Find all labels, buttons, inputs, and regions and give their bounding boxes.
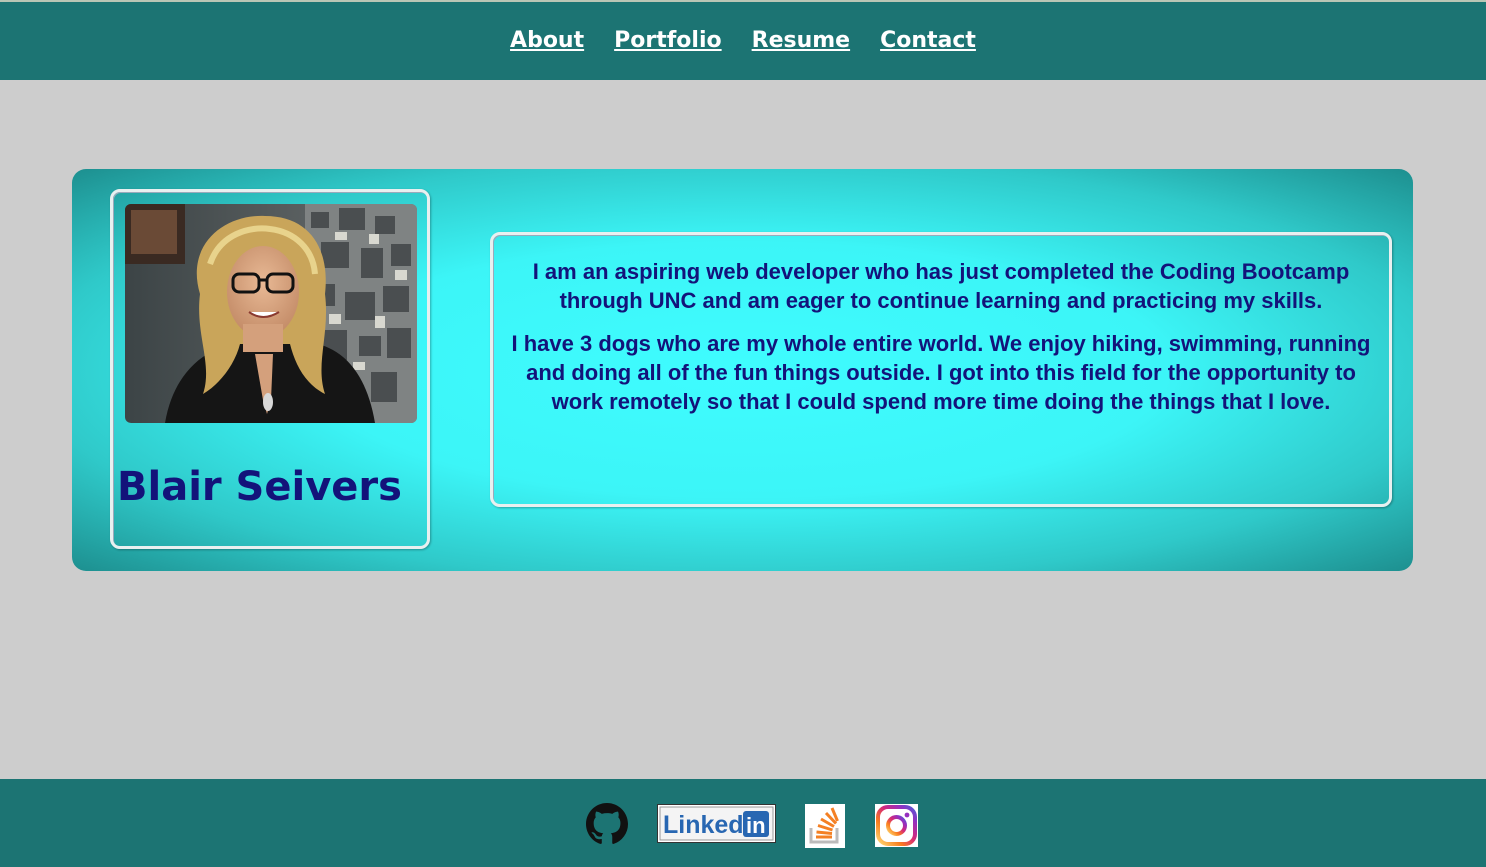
- bio-card: I am an aspiring web developer who has j…: [490, 232, 1392, 507]
- bio-paragraph: I have 3 dogs who are my whole entire wo…: [511, 331, 1371, 414]
- nav-about-link[interactable]: About: [510, 28, 584, 53]
- nav-contact-link[interactable]: Contact: [880, 28, 976, 53]
- footer: Linked in: [0, 779, 1486, 867]
- svg-text:Linked: Linked: [663, 811, 744, 839]
- profile-card: Blair Seivers: [110, 189, 430, 549]
- github-icon[interactable]: [586, 803, 628, 849]
- profile-name: Blair Seivers: [117, 464, 402, 510]
- nav-portfolio-link[interactable]: Portfolio: [614, 28, 722, 53]
- about-hero: Blair Seivers I am an aspiring web devel…: [72, 169, 1413, 571]
- bio-paragraph: I am an aspiring web developer who has j…: [532, 259, 1350, 313]
- profile-photo: [125, 204, 417, 423]
- stackoverflow-icon[interactable]: [805, 804, 845, 852]
- nav-resume-link[interactable]: Resume: [752, 28, 850, 53]
- instagram-icon[interactable]: [875, 804, 918, 851]
- top-nav: About Portfolio Resume Contact: [0, 0, 1486, 80]
- linkedin-icon[interactable]: Linked in: [656, 803, 777, 847]
- svg-text:in: in: [746, 813, 766, 838]
